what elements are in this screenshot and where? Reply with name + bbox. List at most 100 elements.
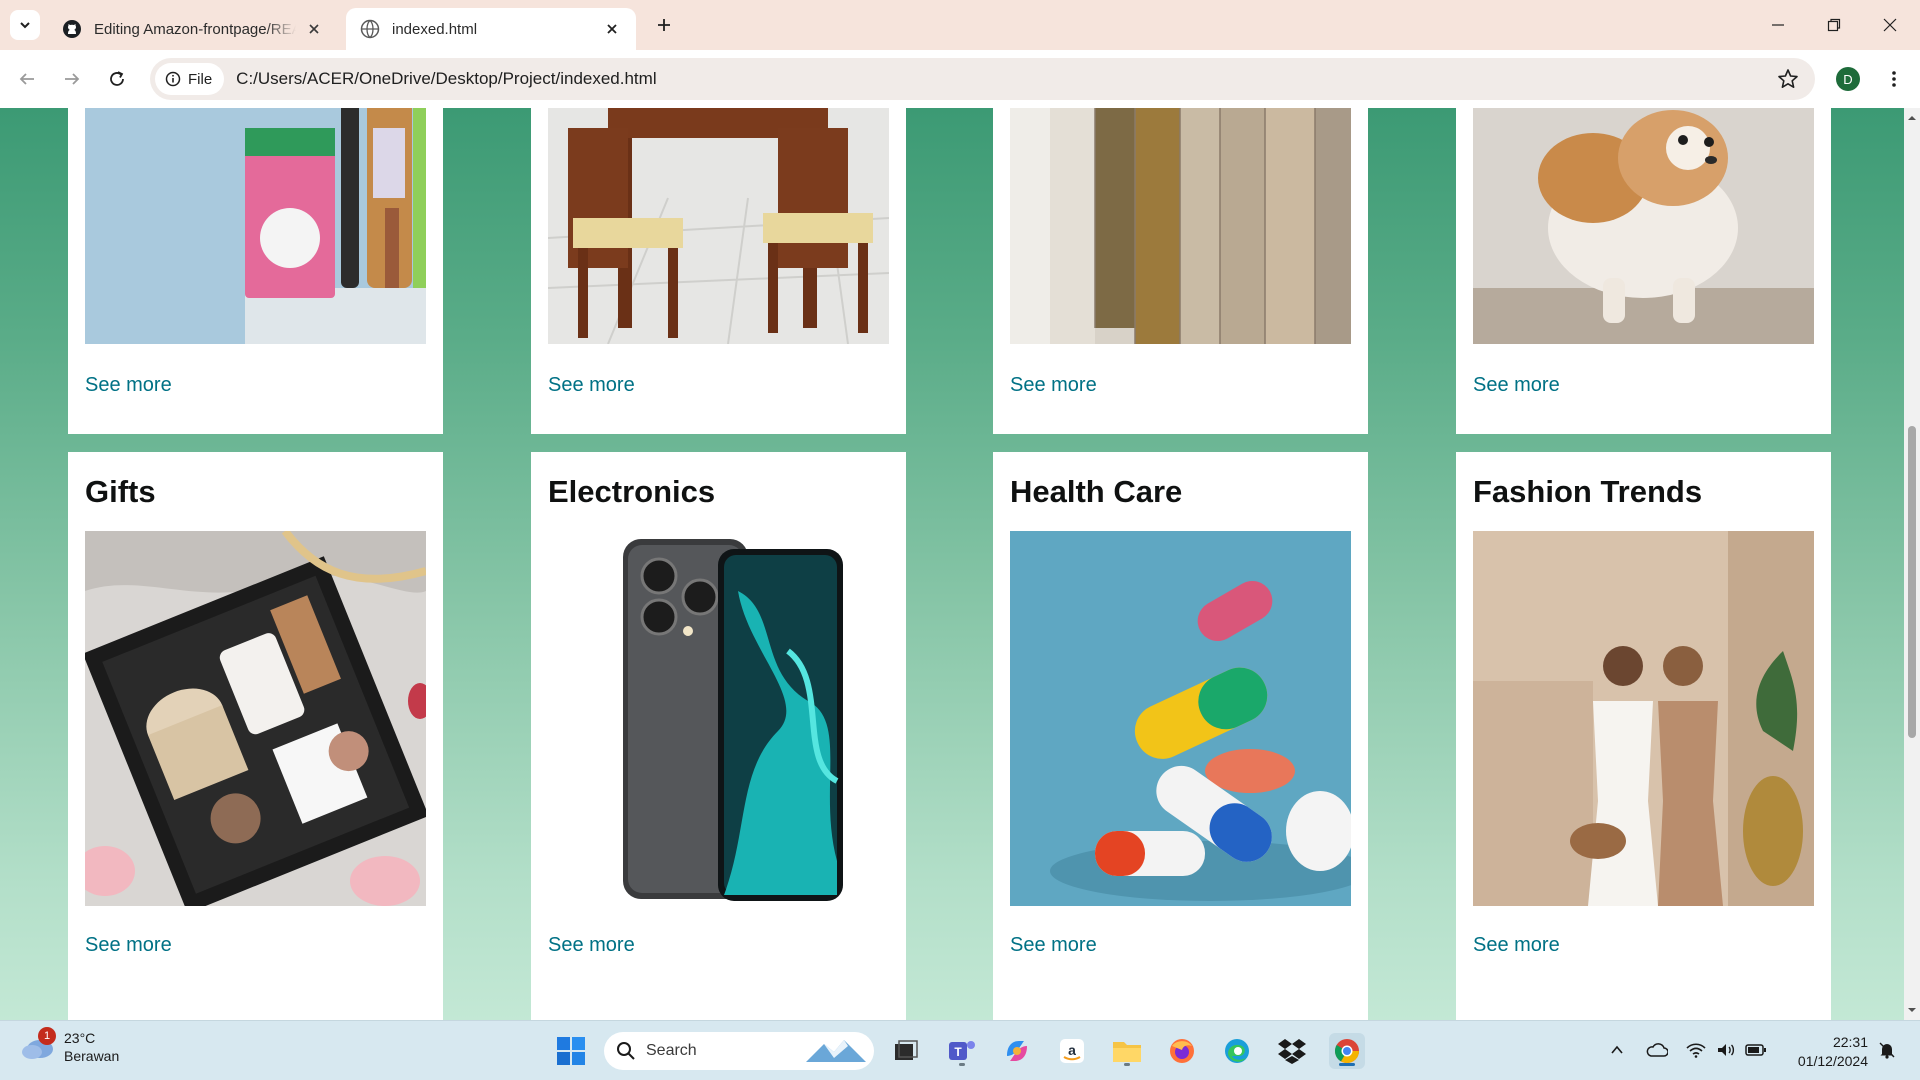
gift-box-photo[interactable]: [85, 531, 426, 906]
see-more-link[interactable]: See more: [1010, 934, 1097, 957]
edge-app[interactable]: [1219, 1033, 1255, 1069]
file-explorer-app[interactable]: [1109, 1033, 1145, 1069]
card-heading: Fashion Trends: [1473, 474, 1703, 509]
category-card-fashion-trends: Fashion Trends See more: [1456, 452, 1831, 1020]
see-more-link[interactable]: See more: [548, 374, 635, 397]
chrome-app[interactable]: [1329, 1033, 1365, 1069]
folder-icon: [1113, 1042, 1141, 1062]
task-view-button[interactable]: [888, 1033, 924, 1069]
site-info-label: File: [188, 70, 213, 88]
plus-icon: [658, 19, 670, 31]
fashion-models-photo[interactable]: [1473, 531, 1814, 906]
search-icon: [617, 1042, 635, 1060]
see-more-link[interactable]: See more: [1473, 934, 1560, 957]
battery-tray[interactable]: [1745, 1039, 1767, 1061]
task-view-icon: [895, 1040, 918, 1060]
dropbox-icon: [1278, 1039, 1306, 1064]
category-card-electronics: Electronics See more: [531, 452, 906, 1020]
see-more-link[interactable]: See more: [85, 934, 172, 957]
category-card-health-care: Health Care See more: [993, 452, 1368, 1020]
onedrive-cloud-icon: [1646, 1043, 1668, 1057]
bookmark-star-icon[interactable]: [1777, 68, 1799, 90]
weather-widget[interactable]: 1 23°C Berawan: [20, 1027, 120, 1065]
small-dog-photo[interactable]: [1473, 108, 1814, 344]
onedrive-tray[interactable]: [1646, 1039, 1668, 1061]
more-vertical-icon: [1892, 71, 1896, 87]
search-highlight-icon: [806, 1040, 866, 1062]
close-icon: [1883, 18, 1897, 32]
weather-badge: 1: [38, 1027, 56, 1045]
browser-menu-button[interactable]: [1882, 67, 1906, 91]
tab-title: Editing Amazon-frontpage/REA: [94, 20, 296, 38]
page-viewport: See more See more See more See more Gift…: [0, 108, 1904, 1020]
minimize-icon: [1772, 24, 1784, 26]
volume-tray[interactable]: [1715, 1039, 1737, 1061]
taskbar-search[interactable]: Search: [604, 1032, 874, 1070]
new-tab-button[interactable]: [652, 13, 676, 37]
beauty-products-photo[interactable]: [85, 108, 426, 344]
url-text[interactable]: C:/Users/ACER/OneDrive/Desktop/Project/i…: [236, 69, 656, 89]
tab-github-editing[interactable]: Editing Amazon-frontpage/REA: [48, 8, 338, 50]
system-clock[interactable]: 22:31 01/12/2024: [1784, 1033, 1868, 1071]
chrome-icon: [1334, 1039, 1359, 1064]
notifications-button[interactable]: [1876, 1039, 1898, 1061]
see-more-link[interactable]: See more: [85, 374, 172, 397]
search-placeholder: Search: [646, 1042, 697, 1059]
address-bar[interactable]: File C:/Users/ACER/OneDrive/Desktop/Proj…: [150, 58, 1815, 100]
dropbox-app[interactable]: [1274, 1033, 1310, 1069]
card-heading: Gifts: [85, 474, 156, 509]
wifi-tray[interactable]: [1685, 1039, 1707, 1061]
scroll-down-arrow-icon[interactable]: [1908, 1006, 1916, 1014]
teams-icon: T: [949, 1041, 975, 1060]
browser-toolbar: File C:/Users/ACER/OneDrive/Desktop/Proj…: [0, 50, 1920, 108]
back-button[interactable]: [10, 62, 44, 96]
category-card-clothing: See more: [993, 108, 1368, 434]
tab-strip: Editing Amazon-frontpage/REA indexed.htm…: [0, 0, 1920, 50]
running-indicator: [1124, 1063, 1130, 1066]
scroll-up-arrow-icon[interactable]: [1908, 114, 1916, 122]
see-more-link[interactable]: See more: [1010, 374, 1097, 397]
minimize-button[interactable]: [1750, 0, 1806, 50]
dining-table-photo[interactable]: [548, 108, 889, 344]
arrow-left-icon: [19, 73, 34, 85]
close-tab-icon[interactable]: [602, 19, 622, 39]
speaker-icon: [1718, 1044, 1735, 1056]
svg-text:a: a: [1068, 1042, 1076, 1058]
profile-avatar[interactable]: D: [1836, 67, 1860, 91]
clothes-rack-photo[interactable]: [1010, 108, 1351, 344]
tab-search-button[interactable]: [10, 10, 40, 40]
chevron-up-icon: [1611, 1045, 1623, 1054]
globe-icon: [360, 19, 380, 39]
restore-button[interactable]: [1806, 0, 1862, 50]
weather-condition: Berawan: [64, 1048, 120, 1064]
forward-button[interactable]: [55, 62, 89, 96]
reload-button[interactable]: [100, 62, 134, 96]
github-icon: [63, 20, 81, 38]
scrollbar-thumb[interactable]: [1908, 426, 1916, 738]
temperature: 23°C: [64, 1030, 96, 1046]
category-card-pets: See more: [1456, 108, 1831, 434]
tab-indexed-html[interactable]: indexed.html: [346, 8, 636, 50]
firefox-app[interactable]: [1164, 1033, 1200, 1069]
copilot-app[interactable]: [999, 1033, 1035, 1069]
close-window-button[interactable]: [1862, 0, 1918, 50]
close-tab-icon[interactable]: [304, 19, 324, 39]
teams-app[interactable]: T: [944, 1033, 980, 1069]
site-info-chip[interactable]: File: [155, 63, 225, 95]
amazon-app[interactable]: a: [1054, 1033, 1090, 1069]
info-icon: [165, 71, 181, 87]
restore-icon: [1827, 18, 1841, 32]
page-scrollbar[interactable]: [1904, 108, 1920, 1020]
smartphone-photo[interactable]: [548, 531, 889, 906]
edge-icon: [1225, 1039, 1249, 1063]
chevron-down-icon: [20, 22, 30, 29]
pills-photo[interactable]: [1010, 531, 1351, 906]
firefox-icon: [1170, 1039, 1194, 1063]
running-indicator: [959, 1063, 965, 1066]
card-heading: Health Care: [1010, 474, 1183, 509]
start-button[interactable]: [553, 1033, 589, 1069]
see-more-link[interactable]: See more: [548, 934, 635, 957]
see-more-link[interactable]: See more: [1473, 374, 1560, 397]
copilot-icon: [1007, 1041, 1027, 1061]
show-hidden-icons-button[interactable]: [1606, 1039, 1628, 1061]
